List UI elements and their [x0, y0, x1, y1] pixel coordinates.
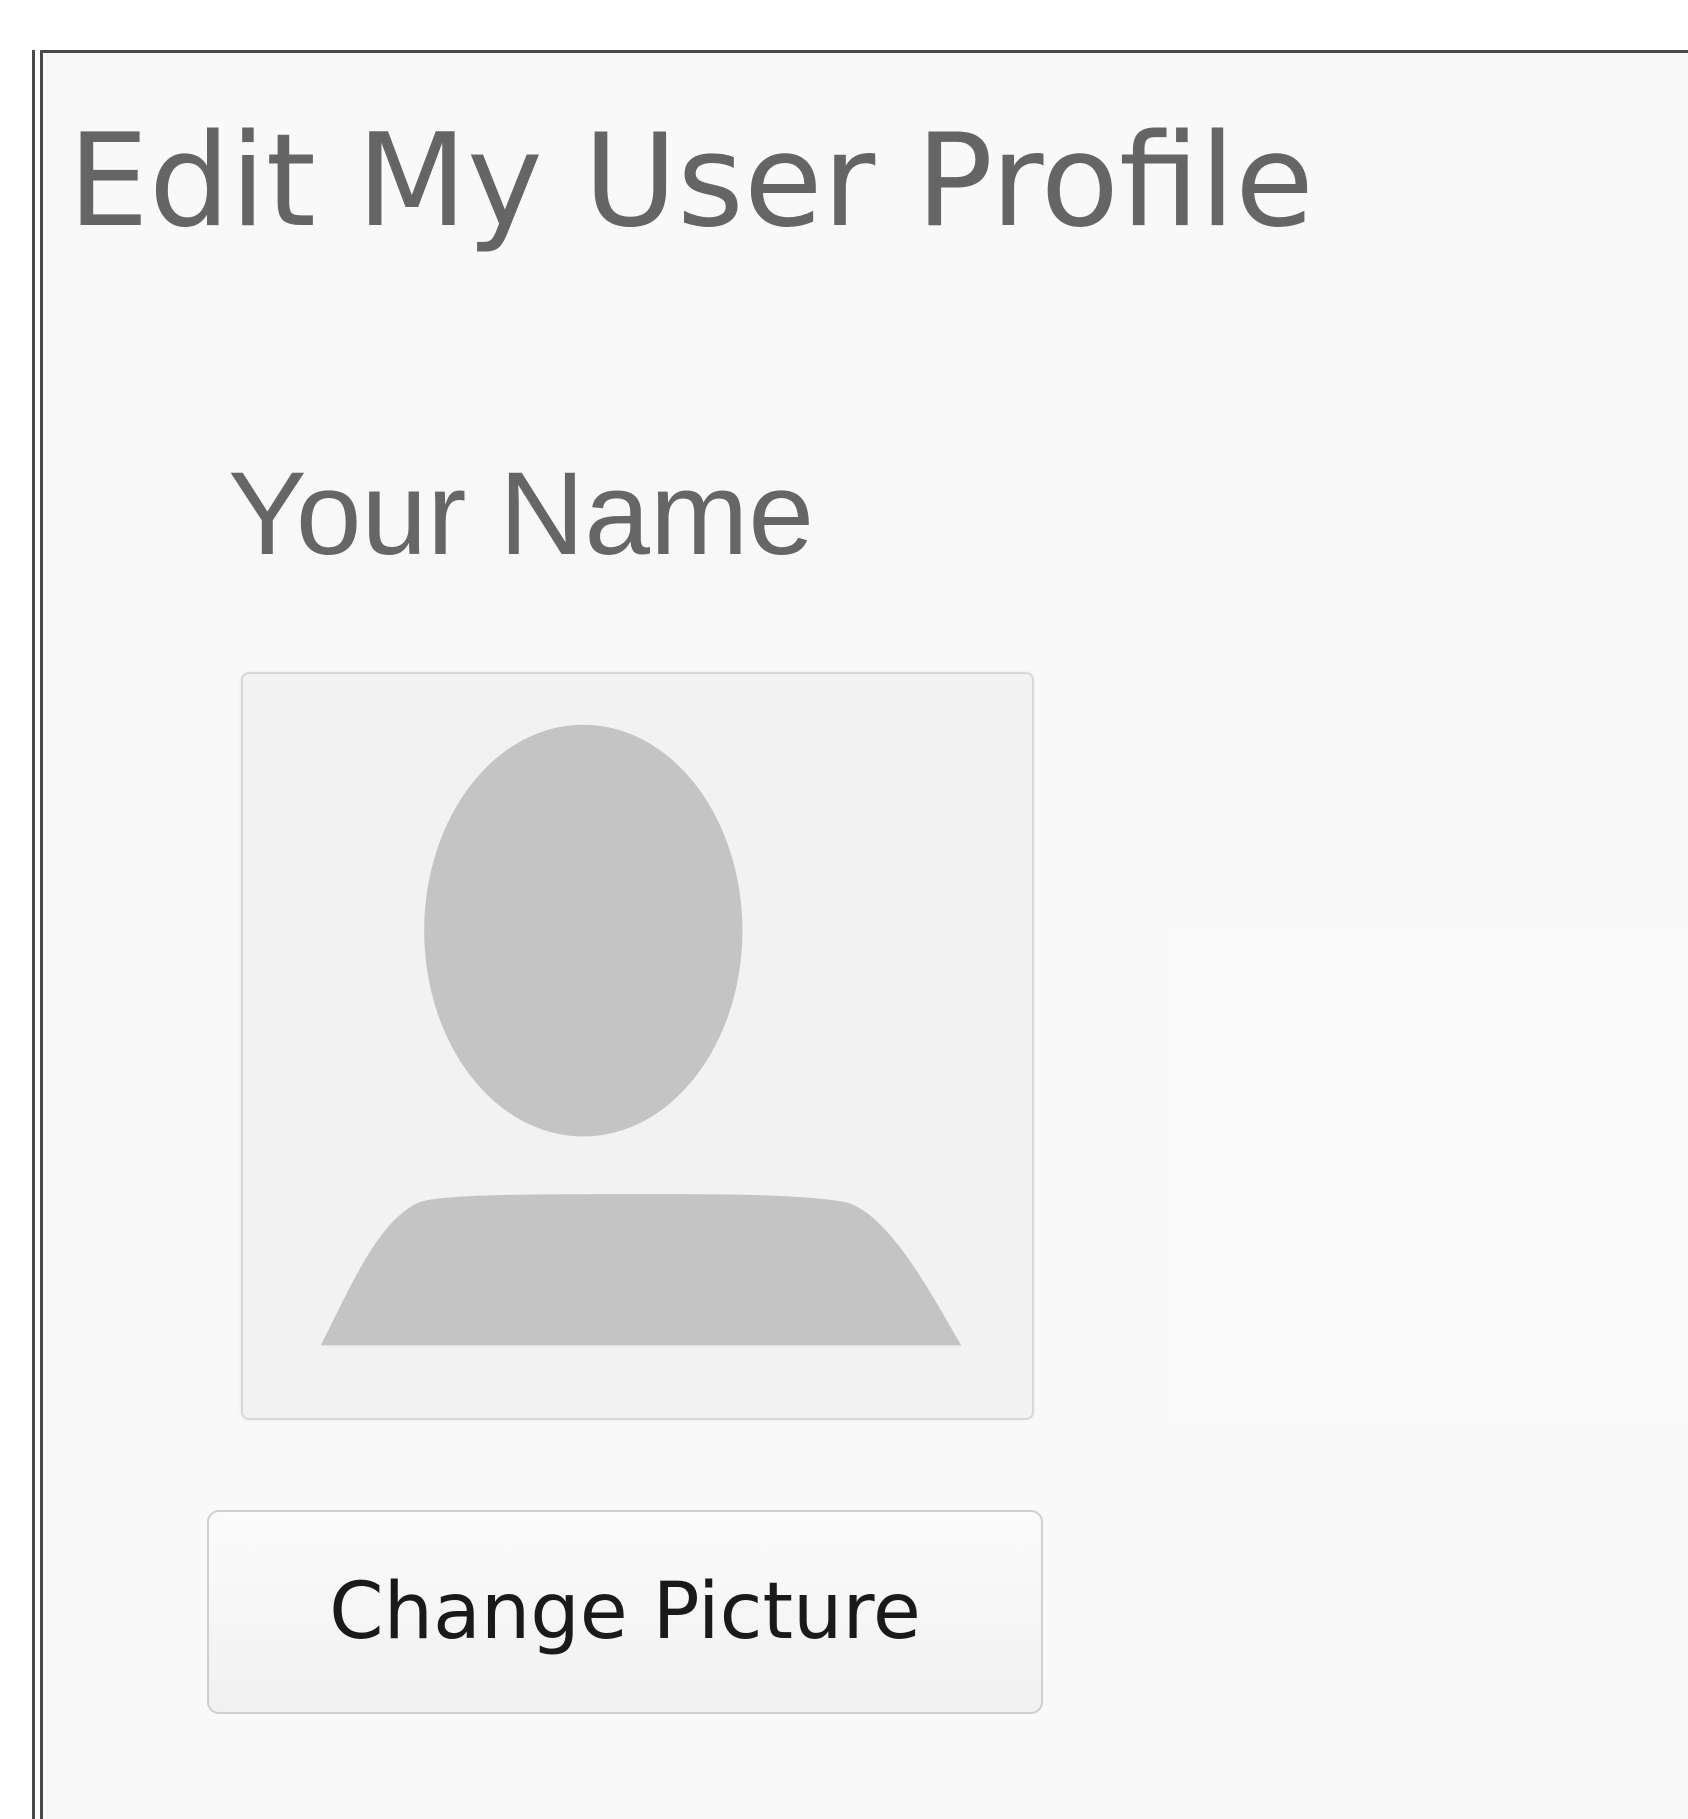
- default-user-silhouette-icon: [320, 724, 962, 1346]
- avatar: [241, 672, 1034, 1420]
- page-title: Edit My User Profile: [68, 107, 1314, 256]
- details-panel: [1172, 928, 1688, 1423]
- change-picture-button[interactable]: Change Picture: [207, 1510, 1043, 1714]
- outer-border-line: [32, 50, 35, 1819]
- user-name: Your Name: [228, 448, 814, 580]
